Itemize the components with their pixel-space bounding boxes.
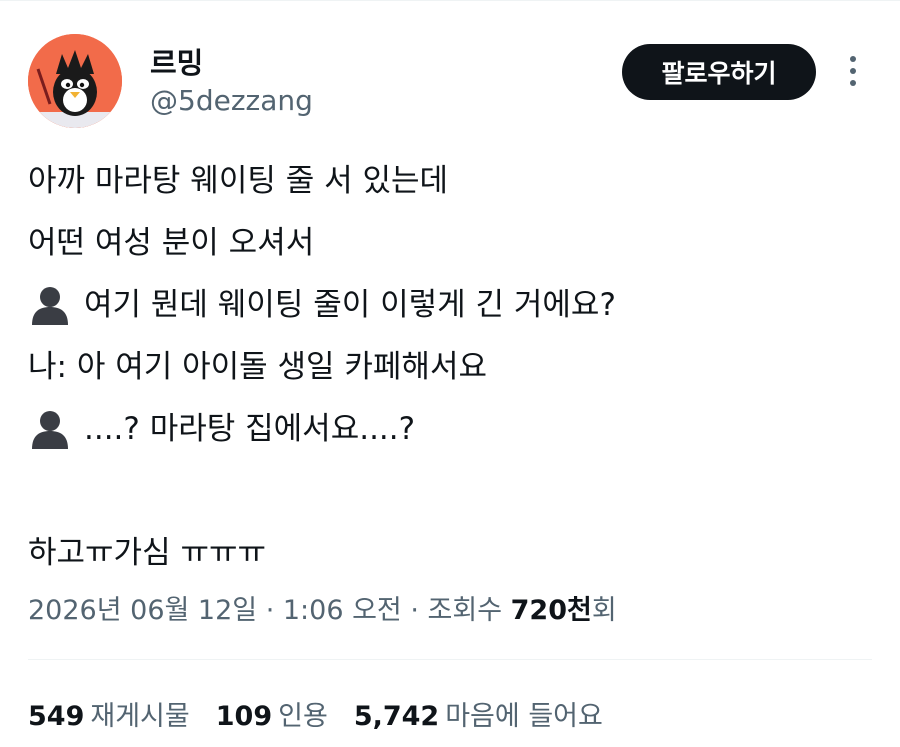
tweet-line: 어떤 여성 분이 오셔서 [28,212,878,274]
tweet-line: 하고ㅠ가심 ㅠㅠㅠ [28,522,878,584]
person-silhouette-icon [32,411,68,449]
tweet-meta: 2026년 06월 12일 · 1:06 오전 · 조회수 720천회 [28,588,617,627]
avatar[interactable] [28,34,122,128]
views-suffix: 회 [591,595,617,626]
tweet-line-text: 아까 마라탕 웨이팅 줄 서 있는데 [28,163,449,199]
tweet-line: 나: 아 여기 아이돌 생일 카페해서요 [28,336,878,398]
likes-label: 마음에 들어요 [445,701,603,732]
quotes-stat[interactable]: 109 인용 [216,694,328,733]
tweet-line-text: 어떤 여성 분이 오셔서 [28,225,315,261]
follow-button[interactable]: 팔로우하기 [622,44,816,100]
more-options-icon[interactable] [842,56,864,90]
meta-separator: · [401,595,428,626]
quotes-count: 109 [215,701,273,732]
views-label: 조회수 [427,595,511,626]
quotes-label: 인용 [278,701,328,732]
retweets-label: 재게시물 [90,701,190,732]
meta-separator: · [257,595,283,626]
tweet-line-text: 여기 뭔데 웨이팅 줄이 이렇게 긴 거에요? [84,287,616,323]
likes-stat[interactable]: 5,742 마음에 들어요 [354,694,603,733]
tweet-line: ....? 마라탕 집에서요....? [28,398,878,460]
tweet-line: 여기 뭔데 웨이팅 줄이 이렇게 긴 거에요? [28,274,878,336]
tweet-date[interactable]: 2026년 06월 12일 [28,595,257,626]
user-handle[interactable]: @5dezzang [150,84,313,117]
tweet-text: 아까 마라탕 웨이팅 줄 서 있는데 어떤 여성 분이 오셔서 여기 뭔데 웨이… [28,150,878,584]
likes-count: 5,742 [353,701,440,732]
tweet-time[interactable]: 1:06 오전 [283,595,402,626]
views-count: 720천 [510,595,592,626]
penguin-avatar-icon [28,34,122,128]
engagement-stats: 549 재게시물 109 인용 5,742 마음에 들어요 [28,694,603,733]
retweets-stat[interactable]: 549 재게시물 [28,694,190,733]
divider [28,659,872,660]
display-name[interactable]: 르밍 [150,40,203,82]
person-silhouette-icon [32,287,68,325]
tweet-line: 아까 마라탕 웨이팅 줄 서 있는데 [28,150,878,212]
tweet-line-text: ....? 마라탕 집에서요....? [84,411,416,447]
tweet-line-text: 하고ㅠ가심 ㅠㅠㅠ [28,535,267,571]
tweet-line-text: 나: 아 여기 아이돌 생일 카페해서요 [28,349,487,385]
retweets-count: 549 [28,701,85,732]
top-border [0,0,900,7]
